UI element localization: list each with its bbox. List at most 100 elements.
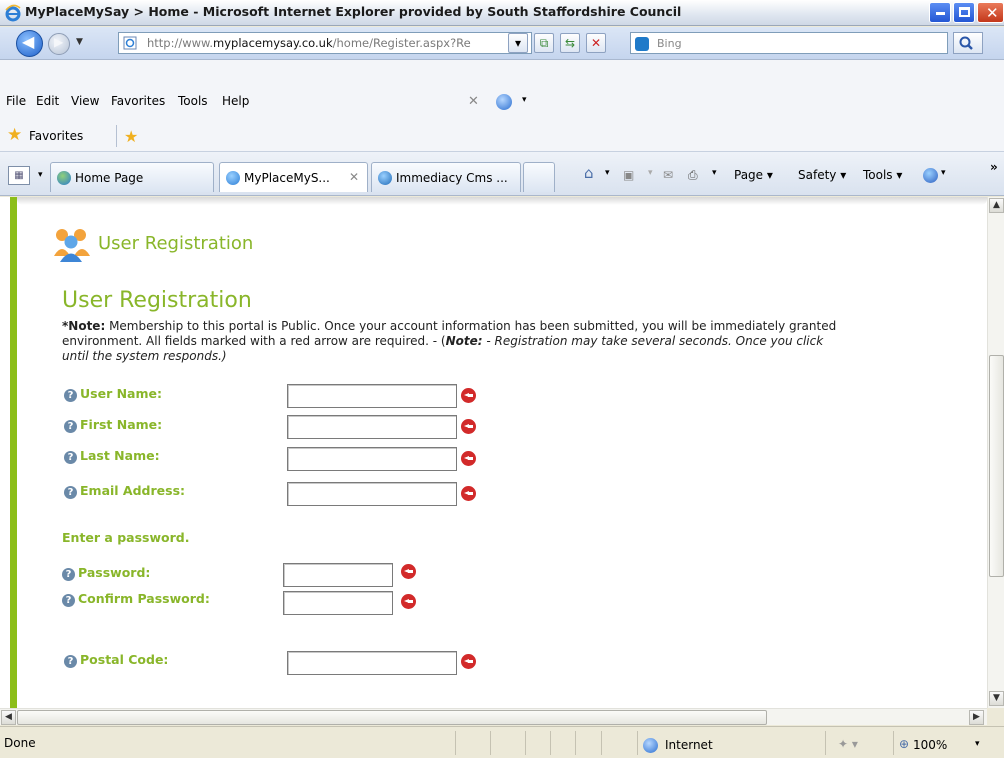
status-divider [825, 731, 826, 755]
close-toolbar-icon[interactable]: ✕ [468, 94, 479, 109]
password-prompt: Enter a password. [62, 530, 190, 545]
zoom-dropdown-icon[interactable]: ▾ [975, 739, 980, 749]
menu-edit[interactable]: Edit [36, 94, 59, 108]
minimize-button[interactable] [929, 2, 951, 23]
users-group-icon [54, 229, 90, 262]
help-icon[interactable] [923, 168, 938, 183]
tab-close-icon[interactable]: ✕ [349, 170, 359, 184]
refresh-icon[interactable]: ⇆ [560, 33, 580, 53]
tools-menu-button[interactable]: Tools ▾ [863, 168, 902, 182]
back-button[interactable]: ◀ [16, 30, 43, 57]
help-icon[interactable]: ? [62, 594, 75, 607]
compatibility-view-icon[interactable]: ⧉ [534, 33, 554, 53]
help-icon[interactable]: ? [64, 389, 77, 402]
zoom-level[interactable]: 100% [913, 738, 947, 752]
print-icon[interactable]: ⎙ [688, 168, 698, 183]
status-divider [490, 731, 491, 755]
feeds-dropdown-icon[interactable]: ▾ [648, 168, 653, 178]
page-menu-button[interactable]: Page ▾ [734, 168, 773, 182]
note-label: Note: [445, 334, 483, 348]
required-arrow-icon [401, 564, 416, 579]
feeds-icon[interactable]: ▣ [623, 168, 634, 182]
scroll-down-button[interactable]: ▼ [989, 691, 1004, 706]
tab-myplacemysay[interactable]: MyPlaceMyS... ✕ [219, 162, 368, 192]
help-dropdown-icon[interactable]: ▾ [941, 168, 946, 178]
firstname-input[interactable] [287, 415, 457, 439]
favorites-bar: ★ Favorites ★ [0, 119, 1004, 152]
status-divider [550, 731, 551, 755]
tab-list-dropdown-icon[interactable]: ▾ [38, 170, 43, 180]
help-icon[interactable]: ? [64, 486, 77, 499]
address-dropdown-button[interactable]: ▾ [508, 33, 528, 53]
home-dropdown-icon[interactable]: ▾ [605, 168, 610, 178]
horizontal-scroll-thumb[interactable] [17, 710, 767, 725]
address-bar-row: ◀ ▶ ▼ http://www.myplacemysay.co.uk/home… [0, 27, 1004, 60]
scroll-right-button[interactable]: ▶ [969, 710, 984, 725]
add-favorite-icon[interactable]: ★ [124, 127, 138, 146]
search-button[interactable] [953, 32, 983, 54]
bing-icon [635, 37, 649, 51]
tab-label: Immediacy Cms ... [396, 171, 508, 185]
menu-help[interactable]: Help [222, 94, 249, 108]
safety-menu-button[interactable]: Safety ▾ [798, 168, 846, 182]
note-text: environment. All fields marked with a re… [62, 334, 446, 348]
home-icon[interactable]: ⌂ [584, 164, 594, 182]
status-divider [893, 731, 894, 755]
tab-bar: ▦ ▾ Home Page MyPlaceMyS... ✕ Immediacy … [0, 152, 1004, 196]
help-icon[interactable]: ? [64, 655, 77, 668]
toolbar-overflow-button[interactable]: » [990, 160, 998, 174]
new-tab-button[interactable] [523, 162, 555, 192]
forward-button[interactable]: ▶ [48, 33, 70, 55]
menu-view[interactable]: View [71, 94, 99, 108]
menu-file[interactable]: File [6, 94, 26, 108]
page-left-border [10, 197, 17, 708]
horizontal-scrollbar[interactable]: ◀ ▶ [0, 708, 987, 725]
quick-tabs-icon[interactable]: ▦ [8, 166, 30, 185]
print-dropdown-icon[interactable]: ▾ [712, 168, 717, 178]
globe-dropdown-icon[interactable]: ▾ [522, 95, 527, 105]
protected-mode-icon[interactable]: ✦ ▾ [838, 737, 858, 751]
globe-icon[interactable] [496, 94, 512, 110]
menu-tools[interactable]: Tools [178, 94, 208, 108]
scroll-thumb[interactable] [989, 355, 1004, 577]
confirm-password-input[interactable] [283, 591, 393, 615]
vertical-scrollbar[interactable]: ▲ ▼ [987, 197, 1004, 708]
postal-code-input[interactable] [287, 651, 457, 675]
address-field[interactable]: http://www.myplacemysay.co.uk/home/Regis… [118, 32, 532, 54]
tab-home-page[interactable]: Home Page [50, 162, 214, 192]
close-button[interactable]: ✕ [977, 2, 1004, 23]
note-text: - Registration may take several seconds.… [482, 334, 824, 348]
help-icon[interactable]: ? [64, 451, 77, 464]
status-divider [637, 731, 638, 755]
address-url: http://www.myplacemysay.co.uk/home/Regis… [147, 36, 471, 50]
recent-pages-dropdown[interactable]: ▼ [76, 37, 83, 47]
scroll-up-button[interactable]: ▲ [989, 198, 1004, 213]
required-arrow-icon [461, 419, 476, 434]
page-title: User Registration [62, 288, 252, 313]
status-text: Done [4, 736, 36, 750]
security-zone: Internet [665, 738, 713, 752]
search-input[interactable]: Bing [630, 32, 948, 54]
required-arrow-icon [461, 388, 476, 403]
tab-label: MyPlaceMyS... [244, 171, 330, 185]
help-icon[interactable]: ? [64, 420, 77, 433]
page-top-shade [17, 197, 987, 205]
stop-icon[interactable]: ✕ [586, 33, 606, 53]
email-input[interactable] [287, 482, 457, 506]
favorites-button[interactable]: Favorites [29, 129, 83, 143]
password-input[interactable] [283, 563, 393, 587]
username-input[interactable] [287, 384, 457, 408]
maximize-button[interactable] [953, 2, 975, 23]
scroll-left-button[interactable]: ◀ [1, 710, 16, 725]
note-label: *Note: [62, 319, 106, 333]
status-divider [575, 731, 576, 755]
immediacy-tab-icon [378, 171, 392, 185]
confirm-password-label: ? Confirm Password: [62, 591, 210, 607]
menu-favorites[interactable]: Favorites [111, 94, 165, 108]
help-icon[interactable]: ? [62, 568, 75, 581]
scrollbar-corner [987, 708, 1004, 725]
lastname-input[interactable] [287, 447, 457, 471]
favorites-star-icon: ★ [7, 125, 23, 145]
mail-icon[interactable]: ✉ [663, 168, 673, 182]
tab-immediacy-cms[interactable]: Immediacy Cms ... [371, 162, 521, 192]
